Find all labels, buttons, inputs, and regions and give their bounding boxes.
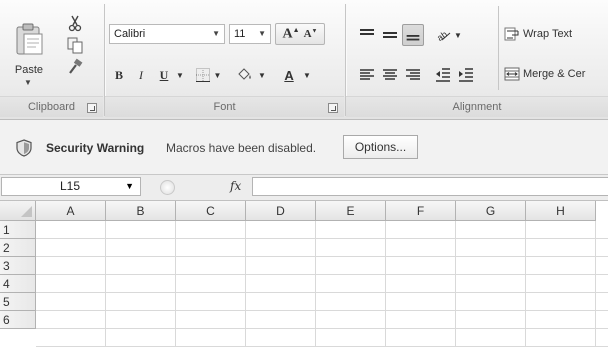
borders-icon (195, 68, 210, 82)
wrap-text-icon (504, 27, 519, 41)
merge-center-label: Merge & Cer (523, 68, 586, 80)
align-middle-icon[interactable] (379, 24, 401, 46)
chevron-down-icon[interactable]: ▼ (125, 178, 134, 195)
clipboard-dialog-launcher-icon[interactable] (87, 103, 97, 113)
column-header-b[interactable]: B (106, 201, 176, 221)
font-name-combo[interactable]: Calibri ▼ (109, 24, 225, 44)
align-right-icon[interactable] (402, 64, 424, 86)
column-header-f[interactable]: F (386, 201, 456, 221)
font-group: Calibri ▼ 11 ▼ A▲ A▼ B I U ▼ ▼ ▼ A ▼ Fon… (105, 2, 344, 117)
font-color-letter: A (284, 67, 294, 83)
orientation-button[interactable]: ab ▼ (432, 24, 466, 46)
security-message-bar: Security Warning Macros have been disabl… (0, 120, 608, 175)
alignment-label-text: Alignment (452, 101, 502, 113)
spreadsheet-grid: ABCDEFGH 123456 (0, 201, 608, 347)
align-bottom-button[interactable] (402, 24, 424, 46)
font-dialog-launcher-icon[interactable] (328, 103, 338, 113)
formula-bar-expand-icon (160, 180, 175, 195)
format-painter-icon[interactable] (66, 58, 84, 76)
orientation-icon: ab (436, 29, 451, 43)
merge-center-button[interactable]: Merge & Cer (504, 64, 585, 84)
font-color-button[interactable]: A ▼ (273, 64, 319, 86)
column-header-h[interactable]: H (526, 201, 596, 221)
shrink-font-letter: A (303, 28, 312, 40)
font-size-combo[interactable]: 11 ▼ (229, 24, 271, 44)
row-header-2[interactable]: 2 (0, 239, 36, 257)
formula-bar: L15 ▼ fx (0, 175, 608, 201)
align-left-icon[interactable] (356, 64, 378, 86)
align-center-icon[interactable] (379, 64, 401, 86)
column-headers: ABCDEFGH (0, 201, 608, 221)
row-header-6[interactable]: 6 (0, 311, 36, 329)
font-label-text: Font (213, 101, 236, 113)
column-header-a[interactable]: A (36, 201, 106, 221)
fill-color-icon (238, 68, 252, 80)
alignment-group: ab ▼ Wrap Text Merge & Cer Alignment (346, 2, 608, 117)
ribbon: Paste ▼ Clipboard Calibri ▼ 11 ▼ A▲ A▼ B… (0, 0, 608, 120)
italic-button[interactable]: I (131, 64, 151, 86)
decrease-indent-icon[interactable] (432, 64, 454, 86)
borders-button[interactable]: ▼ (191, 64, 225, 86)
font-color-icon: A (281, 68, 297, 83)
grow-font-letter: A (282, 26, 293, 42)
name-box[interactable]: L15 ▼ (1, 177, 141, 196)
cut-icon[interactable] (66, 14, 84, 32)
column-header-g[interactable]: G (456, 201, 526, 221)
wrap-text-button[interactable]: Wrap Text (504, 24, 572, 44)
chevron-down-icon: ▼ (213, 70, 222, 80)
fill-color-button[interactable]: ▼ (231, 64, 271, 86)
group-divider (498, 6, 499, 90)
cell-area[interactable] (36, 221, 608, 347)
clipboard-group: Paste ▼ Clipboard (0, 2, 103, 117)
increase-indent-icon[interactable] (455, 64, 477, 86)
clipboard-label-text: Clipboard (27, 101, 76, 113)
shrink-font-icon[interactable]: A▼ (304, 28, 318, 40)
column-header-c[interactable]: C (176, 201, 246, 221)
paste-button-label[interactable]: Paste (14, 64, 44, 76)
shield-icon (16, 139, 32, 157)
underline-dropdown-icon[interactable]: ▼ (175, 64, 185, 86)
options-button[interactable]: Options... (343, 135, 418, 159)
column-header-e[interactable]: E (316, 201, 386, 221)
copy-icon[interactable] (66, 36, 84, 54)
font-size-value: 11 (234, 28, 246, 40)
column-header-d[interactable]: D (246, 201, 316, 221)
font-name-value: Calibri (114, 28, 146, 40)
chevron-down-icon: ▼ (212, 29, 220, 38)
wrap-text-label: Wrap Text (523, 28, 573, 40)
chevron-down-icon: ▼ (258, 29, 266, 38)
row-header-1[interactable]: 1 (0, 221, 36, 239)
grow-font-icon[interactable]: A▲ (283, 26, 300, 43)
paste-icon[interactable] (14, 22, 44, 56)
security-warning-text: Macros have been disabled. (166, 141, 317, 155)
grow-shrink-font-buttons: A▲ A▼ (275, 23, 325, 45)
insert-function-button[interactable]: fx (230, 179, 241, 193)
row-header-3[interactable]: 3 (0, 257, 36, 275)
row-header-5[interactable]: 5 (0, 293, 36, 311)
alignment-group-label: Alignment (346, 96, 608, 117)
name-box-value: L15 (60, 179, 81, 193)
chevron-down-icon: ▼ (454, 30, 462, 40)
font-group-label: Font (105, 96, 344, 117)
align-bottom-icon (406, 35, 420, 41)
merge-center-icon (504, 67, 520, 81)
security-warning-title: Security Warning (46, 141, 145, 155)
align-top-icon[interactable] (356, 24, 378, 46)
chevron-down-icon: ▼ (303, 70, 311, 80)
paste-dropdown-arrow-icon[interactable]: ▼ (24, 78, 32, 87)
bold-button[interactable]: B (109, 64, 129, 86)
formula-input[interactable] (252, 177, 608, 196)
underline-button[interactable]: U (153, 64, 175, 86)
chevron-down-icon: ▼ (258, 70, 266, 80)
row-header-4[interactable]: 4 (0, 275, 36, 293)
